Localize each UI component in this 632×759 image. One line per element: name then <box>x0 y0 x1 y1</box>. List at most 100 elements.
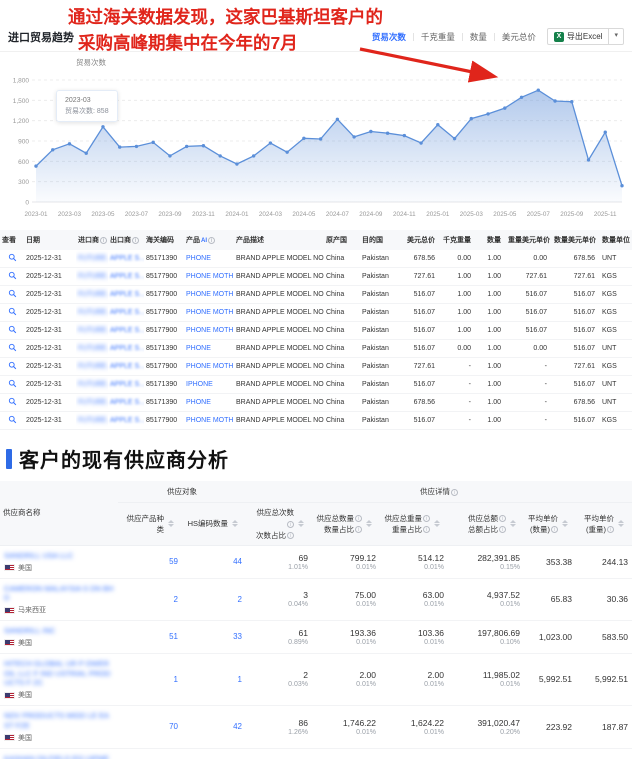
importer-link[interactable]: FUTURE… <box>78 417 108 424</box>
info-icon[interactable]: i <box>132 237 139 244</box>
trade-cell: BRAND APPLE MODEL NO A3296 <box>234 304 324 322</box>
exporter-link[interactable]: APPLE S… <box>110 363 144 370</box>
info-icon[interactable]: i <box>451 489 458 496</box>
supplier-name-link[interactable]: SANDRILL USA LLC <box>4 551 114 561</box>
svg-text:300: 300 <box>18 179 29 186</box>
sort-icon[interactable] <box>298 520 304 527</box>
info-icon[interactable]: i <box>423 526 430 533</box>
sort-icon[interactable] <box>434 520 440 527</box>
hs-count-link[interactable]: 44 <box>233 557 242 566</box>
product-link[interactable]: PHONE <box>186 399 211 406</box>
info-icon[interactable]: i <box>551 526 558 533</box>
info-icon[interactable]: i <box>499 526 506 533</box>
search-icon[interactable] <box>8 325 17 334</box>
product-link[interactable]: PHONE MOTHER <box>186 273 234 280</box>
hs-count-link[interactable]: 1 <box>238 675 242 684</box>
search-icon[interactable] <box>8 253 17 262</box>
sort-icon[interactable] <box>618 520 624 527</box>
trade-table: 查看日期进口商i出口商i海关编码产品AIi产品描述原产国目的国美元总价千克重量数… <box>0 230 632 430</box>
exporter-link[interactable]: APPLE S… <box>110 381 144 388</box>
search-icon[interactable] <box>8 271 17 280</box>
trade-cell: BRAND APPLE MODEL NO A3296 <box>234 322 324 340</box>
hs-count-link[interactable]: 2 <box>238 595 242 604</box>
importer-link[interactable]: FUTURE… <box>78 309 108 316</box>
supply-times-cell: 30.04% <box>246 578 312 621</box>
trade-cell: 516.07 <box>552 304 600 322</box>
tab-4[interactable]: 美元总价 <box>502 31 536 43</box>
product-kinds-link[interactable]: 2 <box>174 595 178 604</box>
export-dropdown-button[interactable]: ▾ <box>609 28 624 45</box>
search-icon[interactable] <box>8 361 17 370</box>
sort-icon[interactable] <box>168 520 174 527</box>
product-link[interactable]: PHONE <box>186 345 211 352</box>
search-icon[interactable] <box>8 289 17 298</box>
info-icon[interactable]: i <box>287 532 294 539</box>
trend-chart[interactable]: 2023-03 贸易次数: 858 03006009001,2001,5001,… <box>0 70 632 222</box>
trade-row: 2025-12-31FUTURE…APPLE S…85177900PHONE M… <box>0 412 632 430</box>
trade-cell: APPLE S… <box>108 286 144 304</box>
importer-link[interactable]: FUTURE… <box>78 255 108 262</box>
supply-amount-cell: 391,020.470.20% <box>448 706 524 749</box>
trade-col-header: 进口商i <box>76 230 108 250</box>
product-link[interactable]: PHONE MOTHER <box>186 291 234 298</box>
exporter-link[interactable]: APPLE S… <box>110 273 144 280</box>
importer-link[interactable]: FUTURE… <box>78 399 108 406</box>
product-link[interactable]: PHONE <box>186 255 211 262</box>
trend-title: 进口贸易趋势 <box>8 29 74 45</box>
product-kinds-link[interactable]: 51 <box>169 632 178 641</box>
tab-2[interactable]: 千克重量 <box>421 31 455 43</box>
search-icon[interactable] <box>8 343 17 352</box>
exporter-link[interactable]: APPLE S… <box>110 327 144 334</box>
trade-cell: BRAND APPLE MODEL NO A3106 <box>234 250 324 268</box>
exporter-link[interactable]: APPLE S… <box>110 417 144 424</box>
exporter-link[interactable]: APPLE S… <box>110 291 144 298</box>
product-link[interactable]: PHONE MOTHER <box>186 363 234 370</box>
info-icon[interactable]: i <box>355 515 362 522</box>
supplier-name-link[interactable]: KASHAN OILFIELD EQ UIPMENTS LTD <box>4 754 114 759</box>
tab-1[interactable]: 贸易次数 <box>372 31 406 43</box>
exporter-link[interactable]: APPLE S… <box>110 345 144 352</box>
info-icon[interactable]: i <box>355 526 362 533</box>
product-link[interactable]: PHONE MOTHER <box>186 327 234 334</box>
search-icon[interactable] <box>8 415 17 424</box>
trade-cell: 1.00 <box>476 268 506 286</box>
supplier-name-link[interactable]: HITECH GLOBAL UR P OWER OIL LLC F IND US… <box>4 659 114 688</box>
importer-link[interactable]: FUTURE… <box>78 381 108 388</box>
info-icon[interactable]: i <box>208 237 215 244</box>
svg-text:2025-01: 2025-01 <box>426 211 450 218</box>
importer-link[interactable]: FUTURE… <box>78 273 108 280</box>
importer-link[interactable]: FUTURE… <box>78 291 108 298</box>
product-kinds-link[interactable]: 59 <box>169 557 178 566</box>
supplier-name-link[interactable]: NOV PRODUCTS MIDD LE EAST FZE <box>4 711 114 731</box>
trade-cell: 1.00 <box>476 376 506 394</box>
product-kinds-link[interactable]: 70 <box>169 722 178 731</box>
export-excel-button[interactable]: X导出Excel <box>547 28 610 45</box>
importer-link[interactable]: FUTURE… <box>78 345 108 352</box>
search-icon[interactable] <box>8 397 17 406</box>
hs-count-link[interactable]: 42 <box>233 722 242 731</box>
product-link[interactable]: PHONE MOTHER <box>186 309 234 316</box>
product-link[interactable]: IPHONE <box>186 381 213 388</box>
product-link[interactable]: PHONE MOTHER <box>186 417 234 424</box>
search-icon[interactable] <box>8 379 17 388</box>
info-icon[interactable]: i <box>287 521 294 528</box>
product-kinds-link[interactable]: 1 <box>174 675 178 684</box>
exporter-link[interactable]: APPLE S… <box>110 309 144 316</box>
info-icon[interactable]: i <box>499 515 506 522</box>
info-icon[interactable]: i <box>607 526 614 533</box>
search-icon[interactable] <box>8 307 17 316</box>
sort-icon[interactable] <box>232 520 238 527</box>
importer-link[interactable]: FUTURE… <box>78 327 108 334</box>
sort-icon[interactable] <box>510 520 516 527</box>
tab-3[interactable]: 数量 <box>470 31 487 43</box>
importer-link[interactable]: FUTURE… <box>78 363 108 370</box>
supplier-name-link[interactable]: SANDRILL INC <box>4 626 114 636</box>
sort-icon[interactable] <box>366 520 372 527</box>
supplier-name-link[interactable]: CAMERON MALAYSIA S DN BHD <box>4 584 114 604</box>
exporter-link[interactable]: APPLE S… <box>110 255 144 262</box>
hs-count-link[interactable]: 33 <box>233 632 242 641</box>
info-icon[interactable]: i <box>423 515 430 522</box>
exporter-link[interactable]: APPLE S… <box>110 399 144 406</box>
info-icon[interactable]: i <box>100 237 107 244</box>
sort-icon[interactable] <box>562 520 568 527</box>
